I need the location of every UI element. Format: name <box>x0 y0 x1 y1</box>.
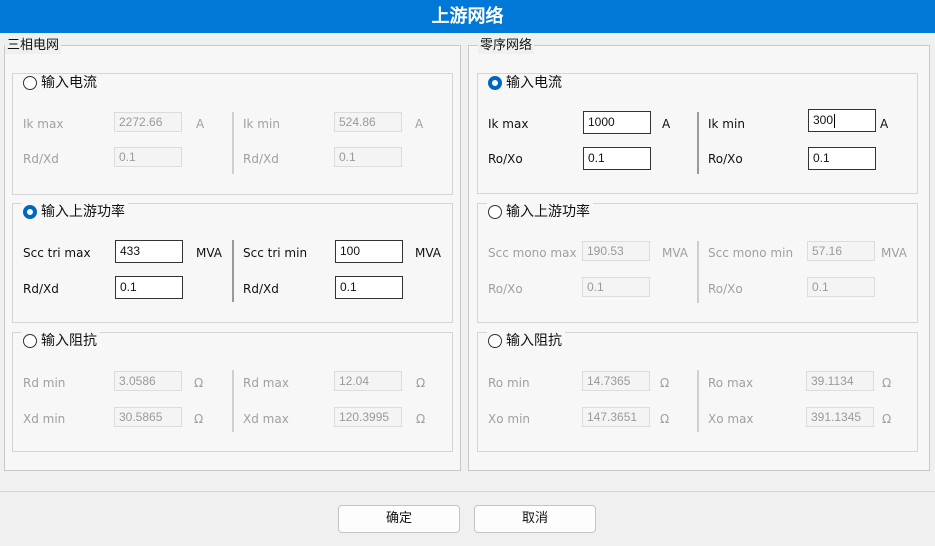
rd-max-field[interactable]: 12.04 <box>334 371 402 391</box>
rd-min-field[interactable]: 3.0586 <box>114 371 182 391</box>
column-divider <box>232 370 234 432</box>
scc-mono-max-label: Scc mono max <box>488 246 577 260</box>
scc-tri-max-unit: MVA <box>196 246 223 260</box>
ik-min-unit: A <box>415 117 424 131</box>
rd-xd-field[interactable]: 0.1 <box>335 276 403 299</box>
xo-max-unit: Ω <box>882 412 892 426</box>
rd-max-unit: Ω <box>416 376 426 390</box>
text-cursor <box>834 113 836 128</box>
xo-max-field[interactable]: 391.1345 <box>806 407 874 427</box>
scc-tri-min-field[interactable]: 100 <box>335 240 403 263</box>
radio-icon[interactable] <box>23 76 37 90</box>
xd-max-field[interactable]: 120.3995 <box>334 407 402 427</box>
ik-min-value: 300 <box>813 113 834 127</box>
three-phase-legend: 三相电网 <box>5 38 62 54</box>
zero-sequence-legend: 零序网络 <box>478 38 535 54</box>
three-phase-current-option[interactable]: 输入电流 <box>22 74 100 92</box>
zero-sequence-power-option[interactable]: 输入上游功率 <box>487 203 593 221</box>
three-phase-impedance-option[interactable]: 输入阻抗 <box>22 332 100 350</box>
ro-max-field[interactable]: 39.1134 <box>806 371 874 391</box>
column-divider <box>697 370 699 432</box>
cancel-button[interactable]: 取消 <box>474 505 596 533</box>
scc-mono-max-field[interactable]: 190.53 <box>582 241 650 261</box>
zero-sequence-impedance-option[interactable]: 输入阻抗 <box>487 332 565 350</box>
ro-max-unit: Ω <box>882 376 892 390</box>
ro-xo-field[interactable]: 0.1 <box>583 147 651 170</box>
rd-xd-field[interactable]: 0.1 <box>115 276 183 299</box>
scc-mono-max-unit: MVA <box>662 246 689 260</box>
ok-button[interactable]: 确定 <box>338 505 460 533</box>
ik-max-label: Ik max <box>23 117 64 131</box>
scc-mono-min-field[interactable]: 57.16 <box>807 241 875 261</box>
ro-xo-label: Ro/Xo <box>488 152 523 166</box>
xd-min-unit: Ω <box>194 412 204 426</box>
scc-tri-min-label: Scc tri min <box>243 246 308 260</box>
xd-min-field[interactable]: 30.5865 <box>114 407 182 427</box>
column-divider <box>232 240 234 302</box>
ro-xo-field[interactable]: 0.1 <box>808 147 876 170</box>
xd-max-unit: Ω <box>416 412 426 426</box>
three-phase-power-option[interactable]: 输入上游功率 <box>22 203 128 221</box>
ro-xo-label: Ro/Xo <box>488 282 523 296</box>
footer-divider <box>0 491 935 492</box>
xo-max-label: Xo max <box>708 412 754 426</box>
ik-max-field[interactable]: 1000 <box>583 111 651 134</box>
scc-tri-max-field[interactable]: 433 <box>115 240 183 263</box>
column-divider <box>232 112 234 174</box>
ik-max-label: Ik max <box>488 117 529 131</box>
xo-min-unit: Ω <box>660 412 670 426</box>
rd-min-label: Rd min <box>23 376 66 390</box>
column-divider <box>697 112 699 174</box>
scc-tri-min-unit: MVA <box>415 246 442 260</box>
radio-selected-icon[interactable] <box>488 76 502 90</box>
zero-sequence-current-option[interactable]: 输入电流 <box>487 74 565 92</box>
rd-max-label: Rd max <box>243 376 289 390</box>
ik-min-label: Ik min <box>243 117 280 131</box>
ik-min-label: Ik min <box>708 117 745 131</box>
ro-xo-label: Ro/Xo <box>708 282 743 296</box>
rd-xd-label: Rd/Xd <box>243 282 279 296</box>
radio-icon[interactable] <box>23 334 37 348</box>
ik-min-field[interactable]: 300 <box>808 109 876 132</box>
rd-min-unit: Ω <box>194 376 204 390</box>
dialog-title: 上游网络 <box>0 0 935 33</box>
ro-min-field[interactable]: 14.7365 <box>582 371 650 391</box>
ro-min-unit: Ω <box>660 376 670 390</box>
rd-xd-field[interactable]: 0.1 <box>114 147 182 167</box>
radio-icon[interactable] <box>488 205 502 219</box>
ik-max-field[interactable]: 2272.66 <box>114 112 182 132</box>
rd-xd-label: Rd/Xd <box>23 282 59 296</box>
xo-min-field[interactable]: 147.3651 <box>582 407 650 427</box>
ik-min-unit: A <box>880 117 889 131</box>
radio-icon[interactable] <box>488 334 502 348</box>
rd-xd-field[interactable]: 0.1 <box>334 147 402 167</box>
rd-xd-label: Rd/Xd <box>243 152 279 166</box>
xd-max-label: Xd max <box>243 412 289 426</box>
ro-xo-field[interactable]: 0.1 <box>807 277 875 297</box>
ro-xo-field[interactable]: 0.1 <box>582 277 650 297</box>
rd-xd-label: Rd/Xd <box>23 152 59 166</box>
xd-min-label: Xd min <box>23 412 66 426</box>
ro-xo-label: Ro/Xo <box>708 152 743 166</box>
ik-max-unit: A <box>196 117 205 131</box>
scc-mono-min-label: Scc mono min <box>708 246 794 260</box>
xo-min-label: Xo min <box>488 412 531 426</box>
column-divider <box>697 241 699 303</box>
ro-max-label: Ro max <box>708 376 754 390</box>
ik-max-unit: A <box>662 117 671 131</box>
scc-mono-min-unit: MVA <box>881 246 908 260</box>
radio-selected-icon[interactable] <box>23 205 37 219</box>
scc-tri-max-label: Scc tri max <box>23 246 91 260</box>
ro-min-label: Ro min <box>488 376 530 390</box>
ik-min-field[interactable]: 524.86 <box>334 112 402 132</box>
